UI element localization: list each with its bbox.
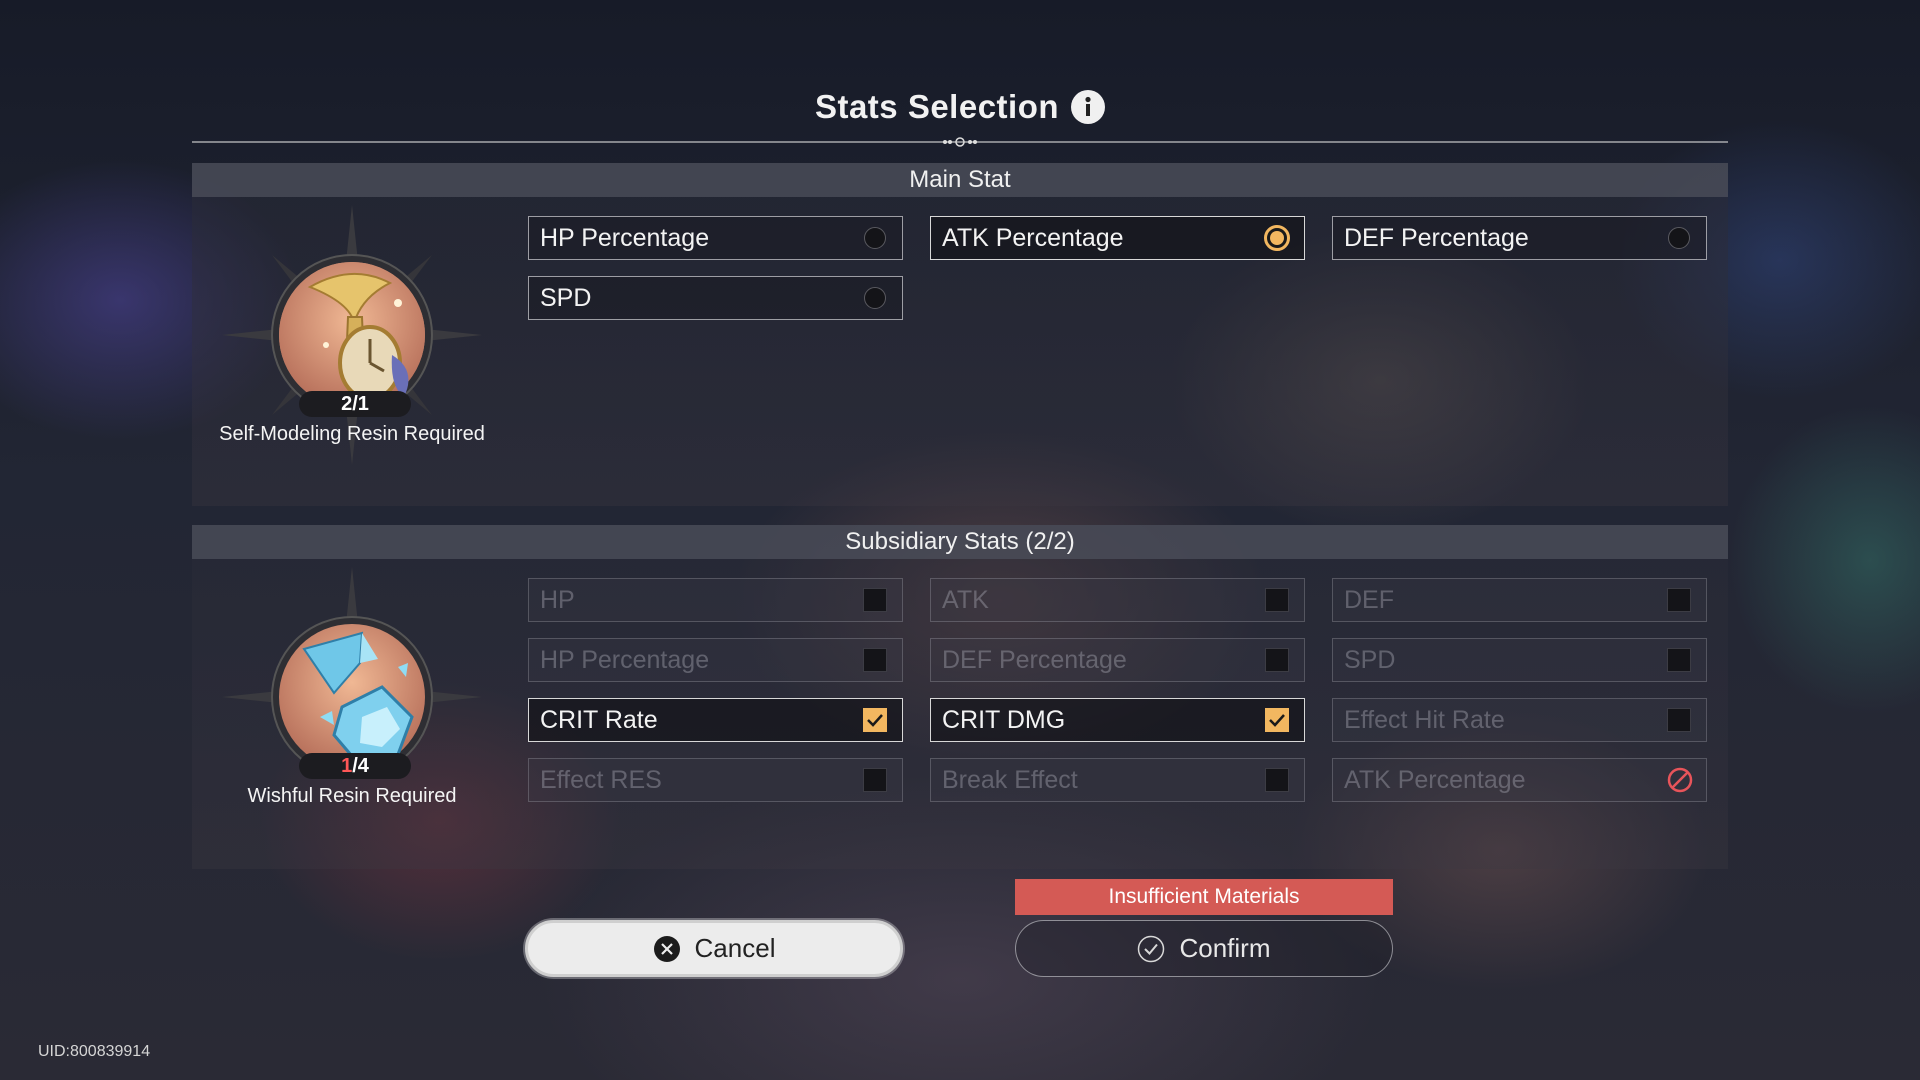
sub-option-def: DEF [1332, 578, 1707, 622]
sub-material: 1/4 Wishful Resin Required [222, 567, 482, 827]
main-stat-section: Main Stat 2/1 Self-Modeling Resin Requir… [192, 163, 1728, 506]
main-stat-header: Main Stat [192, 163, 1728, 197]
sub-option-hp-percentage: HP Percentage [528, 638, 903, 682]
sub-option-effect-hit-rate: Effect Hit Rate [1332, 698, 1707, 742]
checkbox-icon [1265, 648, 1289, 672]
sub-option-def-percentage: DEF Percentage [930, 638, 1305, 682]
main-option-def-percentage[interactable]: DEF Percentage [1332, 216, 1707, 260]
material-label: Wishful Resin Required [247, 785, 457, 807]
checkbox-icon [863, 588, 887, 612]
checkbox-checked-icon [863, 708, 887, 732]
subsidiary-stats-header: Subsidiary Stats (2/2) [192, 525, 1728, 559]
uid-label: UID:800839914 [38, 1043, 151, 1060]
radio-selected-icon [1264, 225, 1290, 251]
subsidiary-stats-section: Subsidiary Stats (2/2) 1/4 Wishful Resin… [192, 525, 1728, 869]
resin-counter: 1/4 [299, 753, 411, 779]
main-material: 2/1 Self-Modeling Resin Required [219, 205, 485, 465]
checkbox-icon [863, 648, 887, 672]
checkbox-checked-icon [1265, 708, 1289, 732]
material-label: Self-Modeling Resin Required [219, 423, 485, 445]
main-option-hp-percentage[interactable]: HP Percentage [528, 216, 903, 260]
checkbox-icon [1667, 708, 1691, 732]
insufficient-materials-warning: Insufficient Materials [1015, 879, 1393, 915]
prohibited-icon [1667, 767, 1693, 793]
divider-ornament-icon [943, 137, 977, 147]
page-title: Stats Selection [815, 88, 1106, 126]
title-bar: Stats Selection [0, 88, 1920, 126]
checkbox-icon [1265, 588, 1289, 612]
sub-option-crit-rate[interactable]: CRIT Rate [528, 698, 903, 742]
checkbox-icon [1667, 588, 1691, 612]
radio-icon [1668, 227, 1690, 249]
sub-option-effect-res: Effect RES [528, 758, 903, 802]
main-option-atk-percentage[interactable]: ATK Percentage [930, 216, 1305, 260]
radio-icon [864, 227, 886, 249]
sub-option-atk: ATK [930, 578, 1305, 622]
checkbox-icon [1667, 648, 1691, 672]
cancel-button[interactable]: Cancel [525, 920, 903, 977]
sub-option-spd: SPD [1332, 638, 1707, 682]
confirm-button[interactable]: Confirm [1015, 920, 1393, 977]
sub-option-break-effect: Break Effect [930, 758, 1305, 802]
sub-option-crit-dmg[interactable]: CRIT DMG [930, 698, 1305, 742]
check-icon [1138, 935, 1165, 962]
checkbox-icon [1265, 768, 1289, 792]
checkbox-icon [863, 768, 887, 792]
radio-icon [864, 287, 886, 309]
main-option-spd[interactable]: SPD [528, 276, 903, 320]
info-icon[interactable] [1071, 90, 1106, 124]
resin-counter: 2/1 [299, 391, 411, 417]
close-icon [653, 935, 680, 962]
sub-option-atk-percentage: ATK Percentage [1332, 758, 1707, 802]
sub-option-hp: HP [528, 578, 903, 622]
